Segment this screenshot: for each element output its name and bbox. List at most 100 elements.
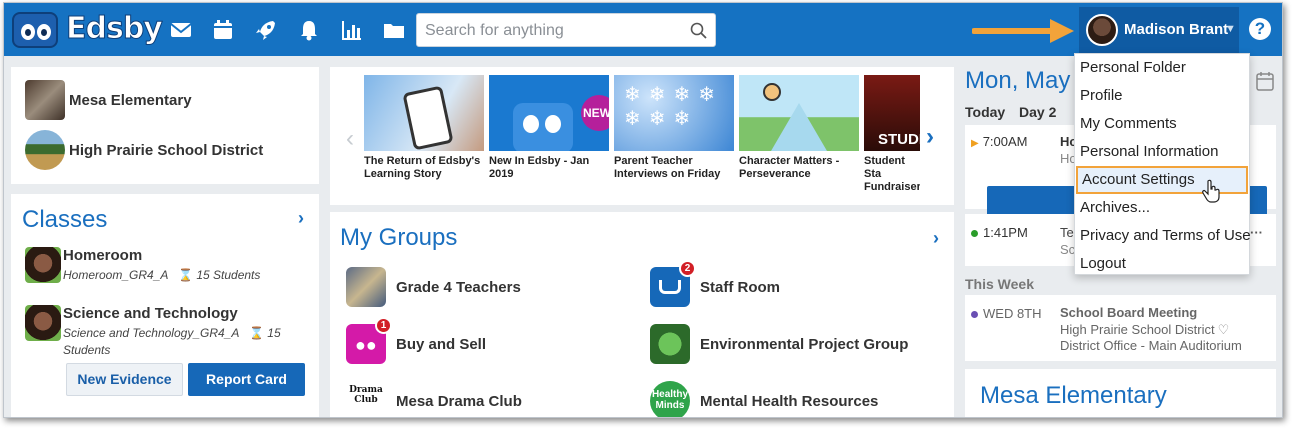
avatar [1086, 14, 1118, 46]
group-item[interactable]: Grade 4 Teachers [346, 267, 521, 307]
week-event-title: School Board Meeting [1060, 305, 1198, 320]
menu-item-personal-folder[interactable]: Personal Folder [1075, 54, 1251, 82]
news-title: The Return of Edsby's Learning Story [364, 155, 481, 180]
event-time: ▶ 7:00AM [971, 134, 1028, 149]
triangle-icon: ▶ [971, 138, 979, 149]
mesa-elementary-card: Mesa Elementary [965, 369, 1276, 417]
school-name: Mesa Elementary [69, 91, 192, 109]
menu-item-my-comments[interactable]: My Comments [1075, 110, 1251, 138]
chevron-right-icon[interactable]: › [933, 228, 939, 249]
news-item[interactable]: The Return of Edsby's Learning Story [364, 75, 484, 181]
menu-item-personal-information[interactable]: Personal Information [1075, 138, 1251, 166]
notification-badge: 2 [679, 260, 696, 277]
chevron-down-icon: ▼ [1225, 23, 1236, 35]
student-count: 15 Students [196, 268, 261, 282]
menu-item-logout[interactable]: Logout [1075, 250, 1251, 278]
callout-arrow-icon [972, 19, 1074, 43]
group-name: Grade 4 Teachers [396, 278, 521, 296]
week-event-day: WED 8TH [971, 306, 1042, 321]
student-count-label: Students [63, 343, 111, 357]
event-time: 1:41PM [971, 225, 1028, 240]
help-icon[interactable]: ? [1249, 18, 1271, 40]
class-item[interactable]: Science and Technology Science and Techn… [25, 305, 315, 361]
news-item[interactable]: Character Matters - Perseverance [739, 75, 859, 181]
mail-icon[interactable] [168, 17, 194, 43]
today-label[interactable]: Today [965, 104, 1005, 120]
more-options-icon[interactable]: ··· [1250, 225, 1263, 240]
school-item[interactable]: Mesa Elementary [25, 80, 192, 120]
news-thumbnail: NEW [489, 75, 609, 151]
status-dot [971, 230, 978, 238]
search-icon[interactable] [690, 22, 707, 39]
carousel-next-icon[interactable]: › [926, 123, 934, 151]
news-thumbnail: STUDE [864, 75, 920, 151]
rocket-icon[interactable] [253, 17, 279, 43]
calendar-icon[interactable] [210, 17, 236, 43]
class-name: Science and Technology [63, 305, 238, 322]
news-thumbnail [739, 75, 859, 151]
menu-item-privacy-terms[interactable]: Privacy and Terms of Use [1075, 222, 1251, 250]
group-item[interactable]: Environmental Project Group [650, 324, 908, 364]
class-code: Science and Technology_GR4_A [63, 326, 240, 340]
classes-title[interactable]: Classes [22, 206, 107, 234]
edsby-logo-icon[interactable] [12, 12, 58, 48]
district-logo [25, 130, 65, 170]
folder-icon[interactable] [381, 17, 407, 43]
class-subtitle: Homeroom_GR4_A ⌛ 15 Students [63, 268, 260, 282]
group-item[interactable]: 2 Staff Room [650, 260, 780, 307]
news-title: Character Matters - Perseverance [739, 155, 840, 180]
group-photo [346, 267, 386, 307]
class-code: Homeroom_GR4_A [63, 268, 169, 282]
news-item[interactable]: NEW New In Edsby - Jan 2019 [489, 75, 609, 181]
class-subtitle: Science and Technology_GR4_A ⌛ 15 [63, 326, 281, 340]
user-menu-button[interactable]: Madison Brant ▼ [1079, 7, 1239, 53]
hand-cursor-icon [1202, 179, 1220, 203]
day-label: Day 2 [1019, 104, 1057, 120]
notification-badge: 1 [375, 317, 392, 334]
chart-icon[interactable] [339, 17, 365, 43]
group-name: Mental Health Resources [700, 392, 879, 410]
search-input[interactable] [425, 20, 685, 42]
group-name: Environmental Project Group [700, 335, 909, 353]
app-window: Edsby Madison Brant ▼ ? Mesa Elementary … [3, 2, 1283, 418]
students-icon: ⌛ [249, 326, 265, 340]
news-title: Parent Teacher Interviews on Friday [614, 155, 721, 180]
news-item[interactable]: STUDE Student Sta Fundraiser [864, 75, 920, 194]
school-card-title[interactable]: Mesa Elementary [980, 382, 1167, 410]
snowflake-icon: ❄❄❄❄ ❄❄❄ [624, 84, 724, 130]
menu-item-profile[interactable]: Profile [1075, 82, 1251, 110]
calendar-date[interactable]: Mon, May [965, 67, 1070, 95]
chevron-right-icon[interactable]: › [298, 208, 304, 229]
carousel-prev-icon[interactable]: ‹ [346, 125, 354, 153]
menu-item-account-settings[interactable]: Account Settings [1076, 166, 1248, 194]
top-bar: Edsby Madison Brant ▼ ? [4, 3, 1282, 56]
drama-club-logo: Drama Club [346, 381, 386, 417]
bell-icon[interactable] [296, 17, 322, 43]
news-thumbnail: ❄❄❄❄ ❄❄❄ [614, 75, 734, 151]
news-thumbnail [364, 75, 484, 151]
news-item[interactable]: ❄❄❄❄ ❄❄❄ Parent Teacher Interviews on Fri… [614, 75, 734, 181]
class-item[interactable]: Homeroom Homeroom_GR4_A ⌛ 15 Students [25, 247, 315, 291]
menu-item-archives[interactable]: Archives... [1075, 194, 1251, 222]
calendar-icon[interactable] [1256, 71, 1274, 91]
classes-card: Classes › Homeroom Homeroom_GR4_A ⌛ 15 Stu… [11, 194, 319, 417]
my-groups-title[interactable]: My Groups [340, 224, 457, 252]
event-subtitle: Sc [1060, 242, 1076, 257]
group-item[interactable]: ●● 1 Buy and Sell [346, 317, 487, 364]
group-item[interactable]: Healthy Minds Mental Health Resources [650, 381, 879, 417]
class-avatar [25, 247, 61, 283]
student-count: 15 [267, 326, 281, 340]
school-item[interactable]: High Prairie School District [25, 130, 263, 170]
event-title: Te [1060, 225, 1074, 240]
report-card-button[interactable]: Report Card [188, 363, 305, 396]
week-event-org: High Prairie School District ♡ [1060, 322, 1230, 337]
school-name: High Prairie School District [69, 141, 264, 159]
group-name: Buy and Sell [396, 335, 487, 353]
healthy-minds-logo: Healthy Minds [650, 381, 690, 417]
new-evidence-button[interactable]: New Evidence [66, 363, 183, 396]
search-box[interactable] [416, 13, 716, 47]
class-name: Homeroom [63, 247, 143, 264]
user-name: Madison Brant [1124, 21, 1229, 38]
app-logo-text[interactable]: Edsby [66, 11, 164, 47]
group-item[interactable]: Drama Club Mesa Drama Club [346, 381, 522, 417]
